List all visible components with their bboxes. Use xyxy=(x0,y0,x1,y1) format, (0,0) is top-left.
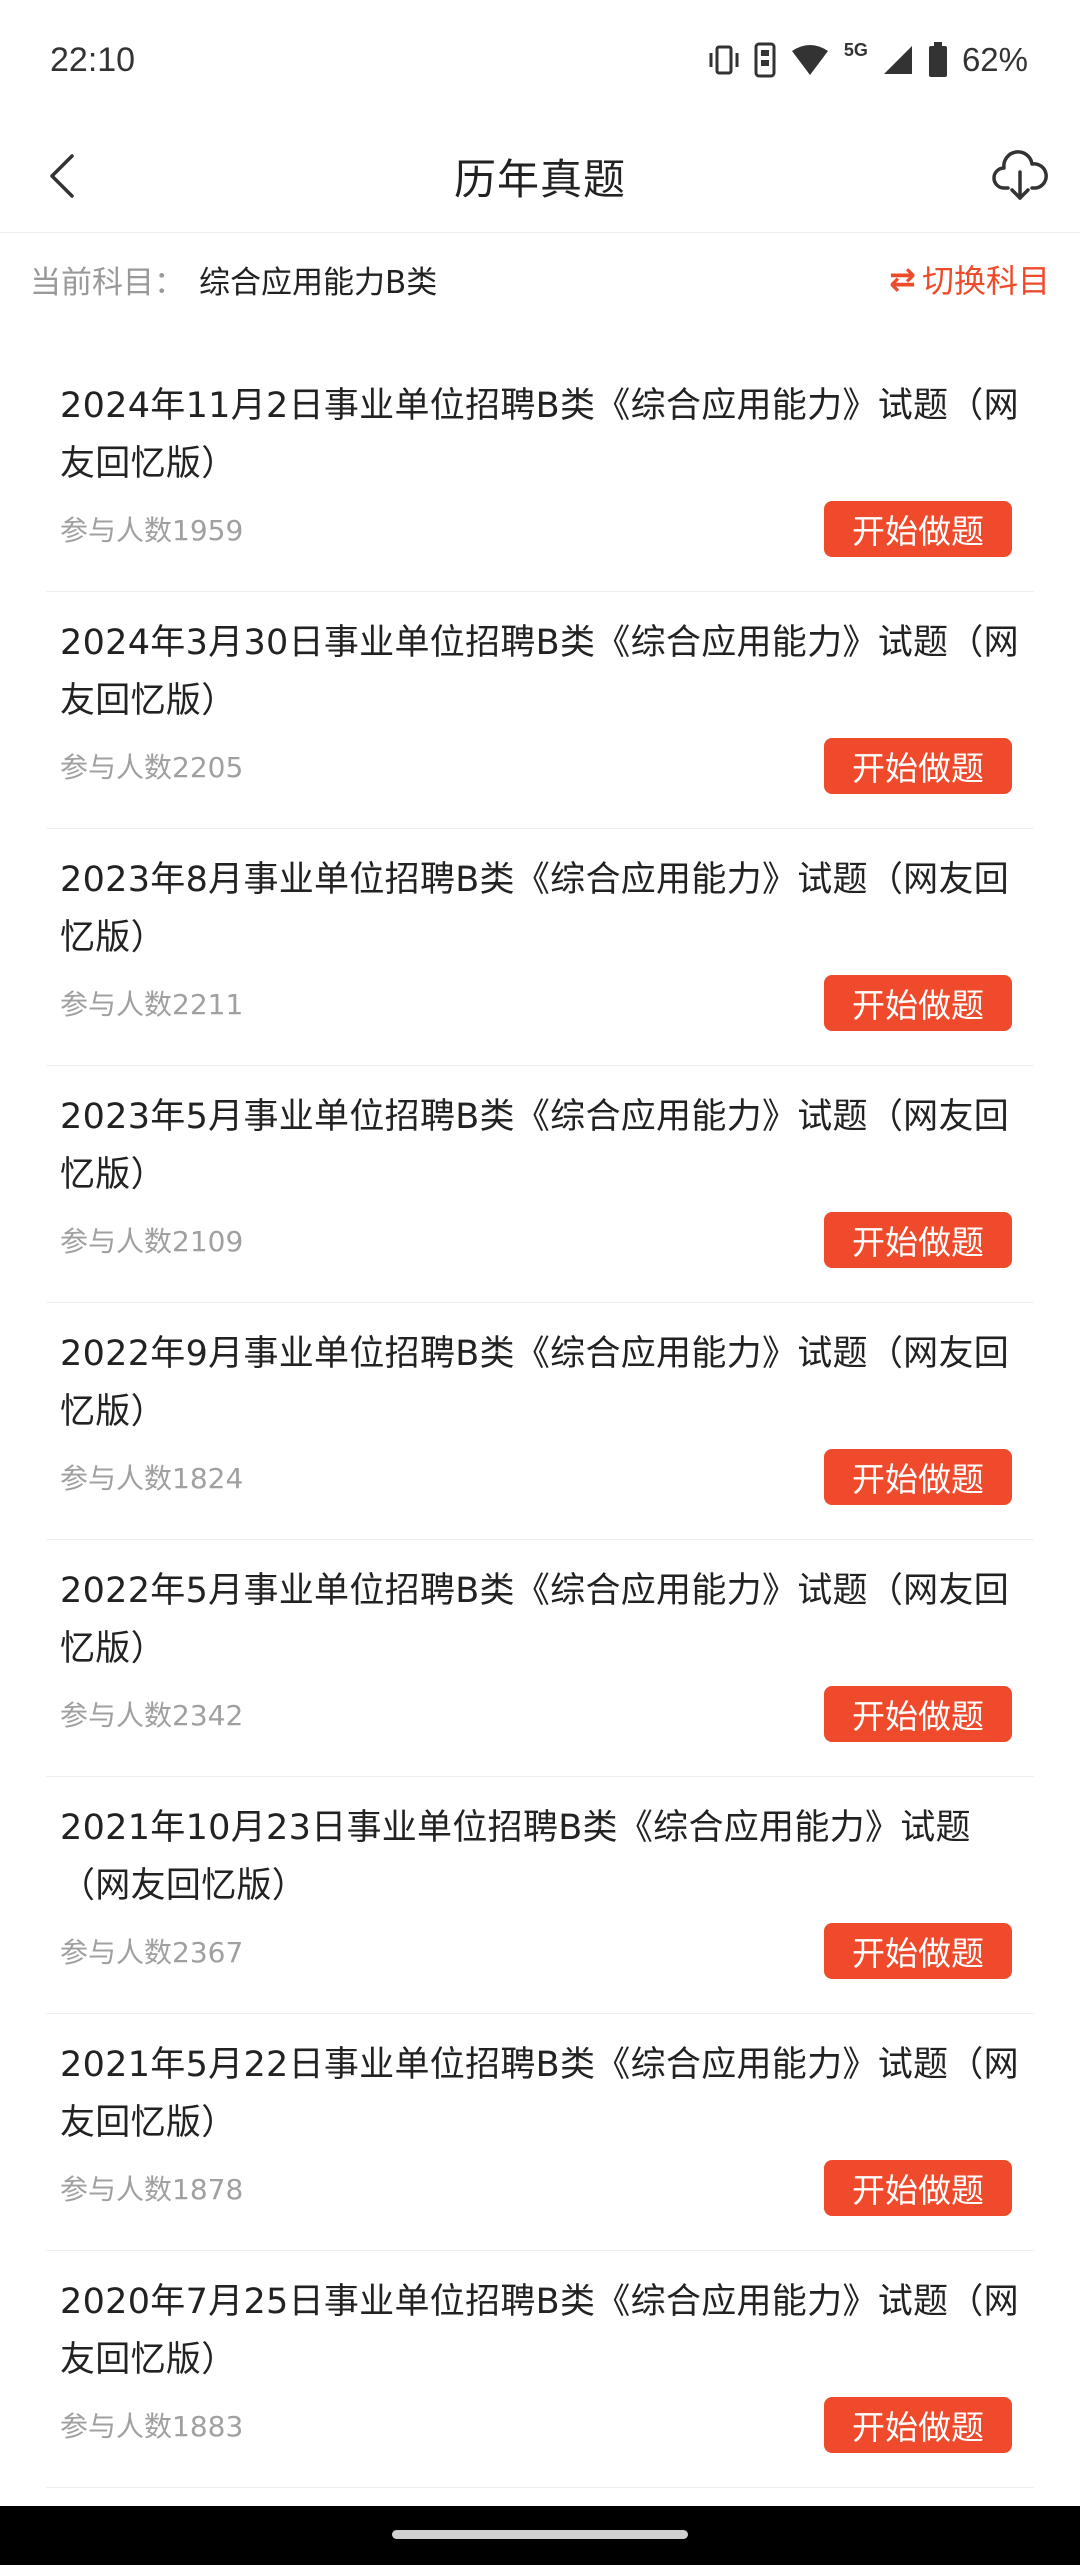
exam-title: 2022年5月事业单位招聘B类《综合应用能力》试题（网友回忆版） xyxy=(60,1571,1010,1669)
start-practice-button[interactable]: 开始做题 xyxy=(824,2160,1012,2216)
start-practice-button[interactable]: 开始做题 xyxy=(824,501,1012,557)
exam-title: 2022年9月事业单位招聘B类《综合应用能力》试题（网友回忆版） xyxy=(60,1334,1010,1432)
exam-item[interactable]: 2023年5月事业单位招聘B类《综合应用能力》试题（网友回忆版） 参与人数210… xyxy=(46,1066,1034,1303)
signal-icon xyxy=(882,44,914,76)
participant-count: 参与人数2211 xyxy=(60,988,244,1021)
current-subject: 当前科目： 综合应用能力B类 xyxy=(30,257,437,302)
exam-title: 2024年11月2日事业单位招聘B类《综合应用能力》试题（网友回忆版） xyxy=(60,386,1019,484)
participant-count: 参与人数2205 xyxy=(60,751,244,784)
status-time: 22:10 xyxy=(50,40,136,79)
subject-bar: 当前科目： 综合应用能力B类 ⇄ 切换科目 xyxy=(0,233,1080,325)
exam-item[interactable]: 2021年10月23日事业单位招聘B类《综合应用能力》试题（网友回忆版） 参与人… xyxy=(46,1777,1034,2014)
exam-title: 2020年7月25日事业单位招聘B类《综合应用能力》试题（网友回忆版） xyxy=(60,2282,1019,2380)
participant-count: 参与人数1959 xyxy=(60,514,244,547)
participant-count: 参与人数2342 xyxy=(60,1699,244,1732)
participant-count: 参与人数1824 xyxy=(60,1462,244,1495)
exam-title: 2024年3月30日事业单位招聘B类《综合应用能力》试题（网友回忆版） xyxy=(60,623,1019,721)
swap-icon: ⇄ xyxy=(889,260,916,298)
switch-subject-button[interactable]: ⇄ 切换科目 xyxy=(889,256,1050,302)
participant-count: 参与人数2109 xyxy=(60,1225,244,1258)
start-practice-button[interactable]: 开始做题 xyxy=(824,2397,1012,2453)
nav-bar: 历年真题 xyxy=(0,120,1080,233)
gesture-bar xyxy=(0,2506,1080,2565)
battery-icon xyxy=(928,42,948,78)
vibrate-icon xyxy=(708,43,740,77)
subject-prefix: 当前科目： xyxy=(30,264,185,301)
exam-title: 2021年10月23日事业单位招聘B类《综合应用能力》试题（网友回忆版） xyxy=(60,1808,971,1906)
exam-list: 2024年11月2日事业单位招聘B类《综合应用能力》试题（网友回忆版） 参与人数… xyxy=(0,355,1080,2488)
start-practice-button[interactable]: 开始做题 xyxy=(824,975,1012,1031)
exam-item[interactable]: 2023年8月事业单位招聘B类《综合应用能力》试题（网友回忆版） 参与人数221… xyxy=(46,829,1034,1066)
battery-percent: 62% xyxy=(961,41,1028,78)
sim-icon xyxy=(754,42,776,78)
exam-title: 2023年8月事业单位招聘B类《综合应用能力》试题（网友回忆版） xyxy=(60,860,1010,958)
exam-item[interactable]: 2022年5月事业单位招聘B类《综合应用能力》试题（网友回忆版） 参与人数234… xyxy=(46,1540,1034,1777)
participant-count: 参与人数2367 xyxy=(60,1936,244,1969)
start-practice-button[interactable]: 开始做题 xyxy=(824,1686,1012,1742)
wifi-icon xyxy=(790,43,830,77)
start-practice-button[interactable]: 开始做题 xyxy=(824,1923,1012,1979)
exam-item[interactable]: 2022年9月事业单位招聘B类《综合应用能力》试题（网友回忆版） 参与人数182… xyxy=(46,1303,1034,1540)
start-practice-button[interactable]: 开始做题 xyxy=(824,738,1012,794)
start-practice-button[interactable]: 开始做题 xyxy=(824,1212,1012,1268)
page-title: 历年真题 xyxy=(453,155,626,204)
participant-count: 参与人数1878 xyxy=(60,2173,244,2206)
cloud-download-icon xyxy=(992,150,1048,200)
switch-subject-label: 切换科目 xyxy=(921,262,1050,300)
status-icons: 5G 62% xyxy=(708,39,1028,79)
status-bar: 22:10 5G 62% xyxy=(0,0,1080,120)
exam-item[interactable]: 2020年7月25日事业单位招聘B类《综合应用能力》试题（网友回忆版） 参与人数… xyxy=(46,2251,1034,2488)
subject-value: 综合应用能力B类 xyxy=(199,264,438,301)
participant-count: 参与人数1883 xyxy=(60,2410,244,2443)
exam-item[interactable]: 2021年5月22日事业单位招聘B类《综合应用能力》试题（网友回忆版） 参与人数… xyxy=(46,2014,1034,2251)
start-practice-button[interactable]: 开始做题 xyxy=(824,1449,1012,1505)
download-button[interactable] xyxy=(984,140,1056,212)
exam-item[interactable]: 2024年3月30日事业单位招聘B类《综合应用能力》试题（网友回忆版） 参与人数… xyxy=(46,592,1034,829)
exam-title: 2021年5月22日事业单位招聘B类《综合应用能力》试题（网友回忆版） xyxy=(60,2045,1019,2143)
network-type: 5G xyxy=(843,39,868,60)
exam-item[interactable]: 2024年11月2日事业单位招聘B类《综合应用能力》试题（网友回忆版） 参与人数… xyxy=(46,355,1034,592)
exam-title: 2023年5月事业单位招聘B类《综合应用能力》试题（网友回忆版） xyxy=(60,1097,1010,1195)
home-indicator[interactable] xyxy=(392,2530,688,2539)
